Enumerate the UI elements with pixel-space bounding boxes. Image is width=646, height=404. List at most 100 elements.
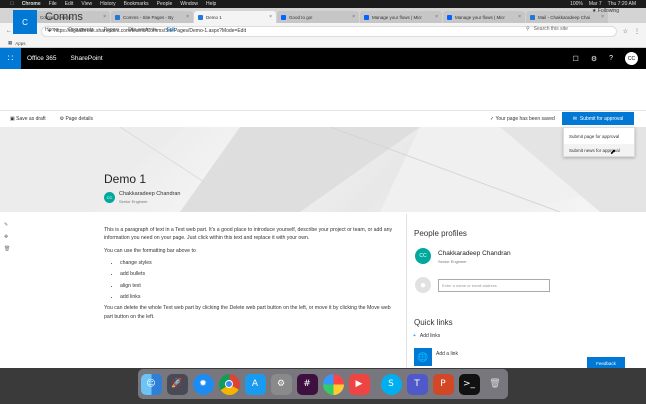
close-tab-icon[interactable]: × (269, 14, 272, 20)
close-tab-icon[interactable]: × (103, 14, 106, 20)
finder-icon[interactable]: ☺ (140, 373, 162, 395)
list-item: add bullets (120, 270, 400, 278)
slack-icon[interactable]: # (296, 373, 318, 395)
speaker-deck-icon[interactable]: ▶ (348, 373, 370, 395)
bookmark-apps[interactable]: Apps (15, 41, 25, 46)
close-tab-icon[interactable]: × (352, 14, 355, 20)
submit-for-approval-button[interactable]: ✉ Submit for approval (562, 112, 634, 125)
close-tab-icon[interactable]: × (186, 14, 189, 20)
banner-geometric-image (0, 127, 646, 212)
nav-pages[interactable]: Pages (104, 27, 118, 33)
notifications-icon[interactable]: ☐ (573, 55, 579, 63)
apps-grid-icon[interactable]: ▦ (8, 40, 12, 46)
delete-webpart-icon[interactable]: 🗑 (4, 246, 10, 252)
empty-person-icon: ● (415, 277, 431, 293)
gear-icon: ⚙ (59, 116, 65, 122)
app-launcher-icon[interactable]: ∷ (0, 48, 21, 69)
browser-tab[interactable]: Manage your flows | Micr × (360, 11, 442, 23)
text-paragraph: You can delete the whole Text web part b… (104, 305, 391, 320)
close-tab-icon[interactable]: × (435, 14, 438, 20)
menu-chrome[interactable]: Chrome (22, 1, 41, 7)
terminal-icon[interactable]: >_ (458, 373, 480, 395)
add-a-link[interactable]: Add a link (436, 351, 458, 357)
battery-level[interactable]: 100% (570, 1, 583, 7)
menu-window[interactable]: Window (180, 1, 198, 7)
text-webpart[interactable]: This is a paragraph of text in a Text we… (104, 226, 400, 325)
bullet-list: change styles add bullets align text add… (120, 259, 400, 301)
photos-icon[interactable] (322, 373, 344, 395)
date-label: Mar 7 (588, 1, 602, 7)
system-preferences-icon[interactable]: ⚙ (270, 373, 292, 395)
close-tab-icon[interactable]: × (518, 14, 521, 20)
mac-dock: ☺ 🚀 ✹ A ⚙ # ▶ S T P >_ 🗑 (138, 369, 508, 399)
safari-icon[interactable]: ✹ (192, 373, 214, 395)
chrome-icon[interactable] (218, 373, 240, 395)
menu-people[interactable]: People (157, 1, 173, 7)
help-icon[interactable]: ? (609, 55, 613, 62)
mouse-pointer-icon: ⬈ (610, 149, 616, 156)
user-avatar[interactable]: CC (625, 52, 638, 65)
skype-icon[interactable]: S (380, 373, 402, 395)
nav-site-contents[interactable]: Site contents (128, 27, 157, 33)
page-details-button[interactable]: ⚙ Page details (60, 116, 93, 122)
sharepoint-link[interactable]: SharePoint (71, 55, 103, 62)
add-links-button[interactable]: + Add links (413, 333, 440, 339)
browser-tab[interactable]: Manage your flows | Micr × (443, 11, 525, 23)
sharepoint-favicon-icon (115, 14, 120, 20)
sharepoint-favicon-icon (198, 14, 203, 20)
site-logo[interactable]: C (13, 10, 37, 34)
teams-icon[interactable]: T (406, 373, 428, 395)
menu-file[interactable]: File (49, 1, 57, 7)
outlook-favicon-icon (530, 14, 535, 20)
close-tab-icon[interactable]: × (601, 14, 604, 20)
menu-bookmarks[interactable]: Bookmarks (124, 1, 149, 7)
back-icon[interactable]: ← (6, 28, 12, 34)
settings-icon[interactable]: ⚙ (591, 55, 597, 63)
app-store-icon[interactable]: A (244, 373, 266, 395)
column-divider (406, 214, 407, 368)
title-region-banner (0, 127, 646, 212)
search-icon: ⚲ (526, 26, 530, 32)
text-paragraph: This is a paragraph of text in a Text we… (104, 227, 393, 242)
suite-bar: ∷ Office 365 SharePoint ☐ ⚙ ? CC (0, 48, 646, 69)
submit-page-option[interactable]: Submit page for approval (564, 130, 634, 142)
save-as-draft-button[interactable]: ▣ Save as draft (10, 116, 46, 122)
menu-dots-icon[interactable]: ⋮ (634, 28, 640, 35)
people-profiles-title[interactable]: People profiles (414, 229, 467, 238)
checkmark-icon: ✓ (490, 116, 495, 122)
submit-news-option[interactable]: Submit news for approval (564, 144, 634, 156)
submit-dropdown-menu: Submit page for approval Submit news for… (563, 127, 635, 157)
nav-documents[interactable]: Documents (68, 27, 93, 33)
menu-history[interactable]: History (100, 1, 116, 7)
nav-home[interactable]: Home (45, 27, 58, 33)
browser-tab[interactable]: Good to go! × (277, 11, 359, 23)
browser-tab-active[interactable]: Demo 1 × (194, 11, 276, 23)
office365-link[interactable]: Office 365 (27, 55, 57, 62)
edit-webpart-icon[interactable]: ✎ (4, 222, 10, 228)
author-role: Senior Engineer (119, 199, 148, 204)
site-header (0, 69, 646, 111)
menu-edit[interactable]: Edit (65, 1, 74, 7)
trash-icon[interactable]: 🗑 (485, 374, 506, 395)
powerpoint-icon[interactable]: P (432, 373, 454, 395)
submit-icon: ✉ (572, 115, 577, 122)
menu-help[interactable]: Help (206, 1, 216, 7)
quick-links-title[interactable]: Quick links (414, 318, 453, 327)
clock[interactable]: Thu 7:20 AM (608, 1, 636, 7)
site-title[interactable]: Comms (45, 11, 83, 23)
launchpad-icon[interactable]: 🚀 (166, 373, 188, 395)
author-name: Chakkaradeep Chandran (119, 191, 181, 197)
nav-edit-link[interactable]: Edit (167, 27, 176, 33)
apple-icon[interactable]:  (10, 1, 14, 7)
browser-tab[interactable]: Comms - Site Pages - By × (111, 11, 193, 23)
plus-icon: + (413, 333, 416, 339)
site-search[interactable]: ⚲ Search this site (526, 23, 626, 35)
menu-view[interactable]: View (81, 1, 92, 7)
save-icon: ▣ (10, 116, 15, 122)
search-placeholder: Search this site (533, 26, 568, 32)
flow-favicon-icon (364, 14, 369, 20)
page-title[interactable]: Demo 1 (104, 172, 146, 186)
move-webpart-icon[interactable]: ✥ (4, 234, 10, 240)
following-button[interactable]: ★ Following (592, 8, 619, 14)
person-picker-input[interactable]: Enter a name or email address (438, 279, 550, 292)
